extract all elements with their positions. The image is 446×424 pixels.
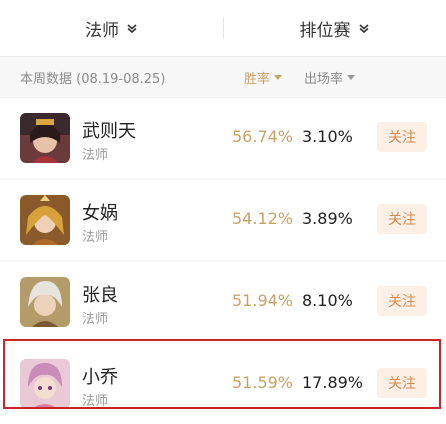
follow-button[interactable]: 关注 xyxy=(377,204,427,234)
win-rate-header: 胜率 xyxy=(244,72,271,87)
hero-win-rate: 51.59% xyxy=(232,373,294,392)
pick-rate-header: 出场率 xyxy=(304,72,344,87)
hero-name: 小乔 xyxy=(82,367,118,388)
hero-row[interactable]: 张良 法师 51.94% 8.10% 关注 xyxy=(0,262,446,342)
follow-button[interactable]: 关注 xyxy=(377,286,427,316)
hero-avatar xyxy=(20,113,70,163)
hero-row[interactable]: 武则天 法师 56.74% 3.10% 关注 xyxy=(0,98,446,178)
top-filter-bar: 法师 排位赛 xyxy=(0,0,446,57)
sort-win-rate-button[interactable]: 胜率 xyxy=(244,68,283,87)
role-filter-label: 法师 xyxy=(85,20,119,41)
hero-pick-rate: 3.89% xyxy=(302,209,353,228)
hero-list: 武则天 法师 56.74% 3.10% 关注 女娲 法师 54.12% 3.89… xyxy=(0,98,446,424)
hero-win-rate: 51.94% xyxy=(232,291,294,310)
follow-button[interactable]: 关注 xyxy=(377,122,427,152)
hero-pick-rate: 8.10% xyxy=(302,291,353,310)
hero-avatar xyxy=(20,359,70,409)
stats-header: 本周数据 (08.19-08.25) 胜率 出场率 xyxy=(0,57,446,98)
hero-win-rate: 54.12% xyxy=(232,209,294,228)
hero-pick-rate: 17.89% xyxy=(302,373,364,392)
hero-avatar xyxy=(20,277,70,327)
hero-win-rate: 56.74% xyxy=(232,127,294,146)
hero-avatar xyxy=(20,195,70,245)
chevron-down-icon xyxy=(126,22,138,34)
chevron-down-icon xyxy=(358,22,370,34)
follow-button[interactable]: 关注 xyxy=(377,368,427,398)
mode-filter-dropdown[interactable]: 排位赛 xyxy=(223,0,446,56)
hero-row[interactable]: 女娲 法师 54.12% 3.89% 关注 xyxy=(0,180,446,260)
hero-role: 法师 xyxy=(82,312,109,327)
hero-name: 张良 xyxy=(82,285,118,306)
hero-role: 法师 xyxy=(82,230,109,245)
sort-caret-icon xyxy=(274,75,283,80)
hero-row[interactable]: 小乔 法师 51.59% 17.89% 关注 xyxy=(0,344,446,424)
mode-filter-label: 排位赛 xyxy=(299,20,351,41)
week-range-label: 本周数据 (08.19-08.25) xyxy=(20,72,166,87)
hero-role: 法师 xyxy=(82,148,109,163)
sort-caret-icon xyxy=(347,75,356,80)
hero-name: 武则天 xyxy=(82,121,136,142)
hero-name: 女娲 xyxy=(82,203,118,224)
filter-divider xyxy=(223,17,224,39)
hero-pick-rate: 3.10% xyxy=(302,127,353,146)
role-filter-dropdown[interactable]: 法师 xyxy=(0,0,223,56)
sort-pick-rate-button[interactable]: 出场率 xyxy=(304,68,356,87)
